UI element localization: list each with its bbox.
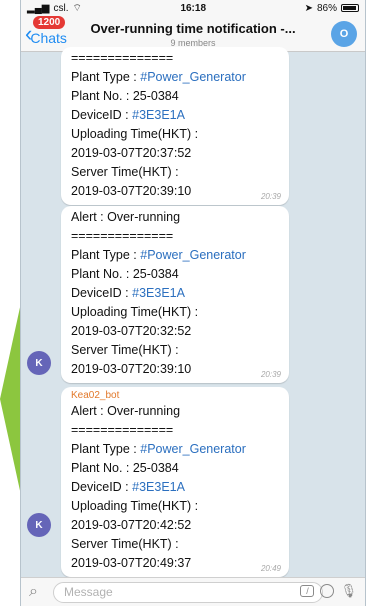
message-line: 2019-03-07T20:39:10 (71, 362, 192, 376)
message-input-bar: ⌕ Message / 🎙 (21, 577, 365, 606)
paperclip-icon[interactable]: ⌕ (29, 583, 38, 601)
message-line: Plant Type : #Power_Generator (71, 248, 246, 262)
chat-title[interactable]: Over-running time notification -... (83, 21, 303, 36)
carrier-name: csl. (53, 2, 69, 14)
message-time: 20:39 (260, 192, 281, 201)
hashtag-link[interactable]: #Power_Generator (140, 70, 246, 84)
message-bubble[interactable]: Alert : Over-running ============== Plan… (61, 206, 289, 383)
back-label: Chats (30, 30, 67, 46)
unread-badge: 1200 (33, 16, 66, 29)
message-line: Alert : Over-running (71, 404, 181, 418)
sticker-icon[interactable] (320, 584, 335, 598)
message-input[interactable]: Message (53, 582, 323, 603)
message-line: Server Time(HKT) : (71, 343, 179, 357)
group-avatar[interactable]: O (331, 21, 357, 47)
message-line: Plant No. : 25-0384 (71, 267, 179, 281)
message-bubble[interactable]: ============== Plant Type : #Power_Gener… (61, 47, 289, 205)
sender-avatar[interactable]: K (27, 513, 51, 537)
message-line: DeviceID : #3E3E1A (71, 480, 185, 494)
wifi-icon: ⌔ (72, 2, 82, 14)
hashtag-link[interactable]: #3E3E1A (132, 108, 185, 122)
message-line: 2019-03-07T20:42:52 (71, 518, 192, 532)
message-list[interactable]: ============== Plant Type : #Power_Gener… (21, 47, 365, 577)
microphone-icon[interactable]: 🎙 (340, 583, 357, 599)
message-line: Server Time(HKT) : (71, 165, 179, 179)
message-line: Uploading Time(HKT) : (71, 499, 199, 513)
message-bubble[interactable]: Kea02_bot Alert : Over-running =========… (61, 387, 289, 577)
back-button[interactable]: ‹ Chats 1200 (25, 16, 67, 46)
hashtag-link[interactable]: #3E3E1A (132, 286, 185, 300)
status-bar: ▂▄▆ csl. ⌔ 16:18 ➤ 86% (21, 0, 365, 16)
screenshot-stage: ▂▄▆ csl. ⌔ 16:18 ➤ 86% ‹ Chats 1200 Over… (0, 0, 366, 606)
message-line: 2019-03-07T20:49:37 (71, 556, 192, 570)
message-line: Server Time(HKT) : (71, 537, 179, 551)
message-line: ============== (71, 229, 174, 243)
hashtag-link[interactable]: #Power_Generator (140, 248, 246, 262)
message-line: Uploading Time(HKT) : (71, 127, 199, 141)
sender-name[interactable]: Kea02_bot (71, 389, 281, 402)
message-line: Plant No. : 25-0384 (71, 89, 179, 103)
hashtag-link[interactable]: #Power_Generator (140, 442, 246, 456)
message-line: Plant Type : #Power_Generator (71, 442, 246, 456)
sender-avatar[interactable]: K (27, 351, 51, 375)
bot-command-icon[interactable]: / (300, 585, 315, 597)
battery-percent: 86% (316, 2, 337, 14)
clock: 16:18 (180, 2, 207, 14)
message-line: Plant Type : #Power_Generator (71, 70, 246, 84)
location-icon: ➤ (304, 2, 313, 14)
phone-screen: ▂▄▆ csl. ⌔ 16:18 ➤ 86% ‹ Chats 1200 Over… (20, 0, 366, 606)
hashtag-link[interactable]: #3E3E1A (132, 480, 185, 494)
message-time: 20:39 (260, 370, 281, 379)
battery-icon (340, 4, 359, 12)
signal-icon: ▂▄▆ (27, 2, 50, 14)
message-line: Alert : Over-running (71, 210, 181, 224)
message-line: DeviceID : #3E3E1A (71, 108, 185, 122)
message-line: DeviceID : #3E3E1A (71, 286, 185, 300)
message-line: Plant No. : 25-0384 (71, 461, 179, 475)
message-line: 2019-03-07T20:39:10 (71, 184, 192, 198)
message-line: ============== (71, 51, 174, 65)
message-line: ============== (71, 423, 174, 437)
message-line: 2019-03-07T20:32:52 (71, 324, 192, 338)
message-line: 2019-03-07T20:37:52 (71, 146, 192, 160)
message-time: 20:49 (260, 564, 281, 573)
message-line: Uploading Time(HKT) : (71, 305, 199, 319)
